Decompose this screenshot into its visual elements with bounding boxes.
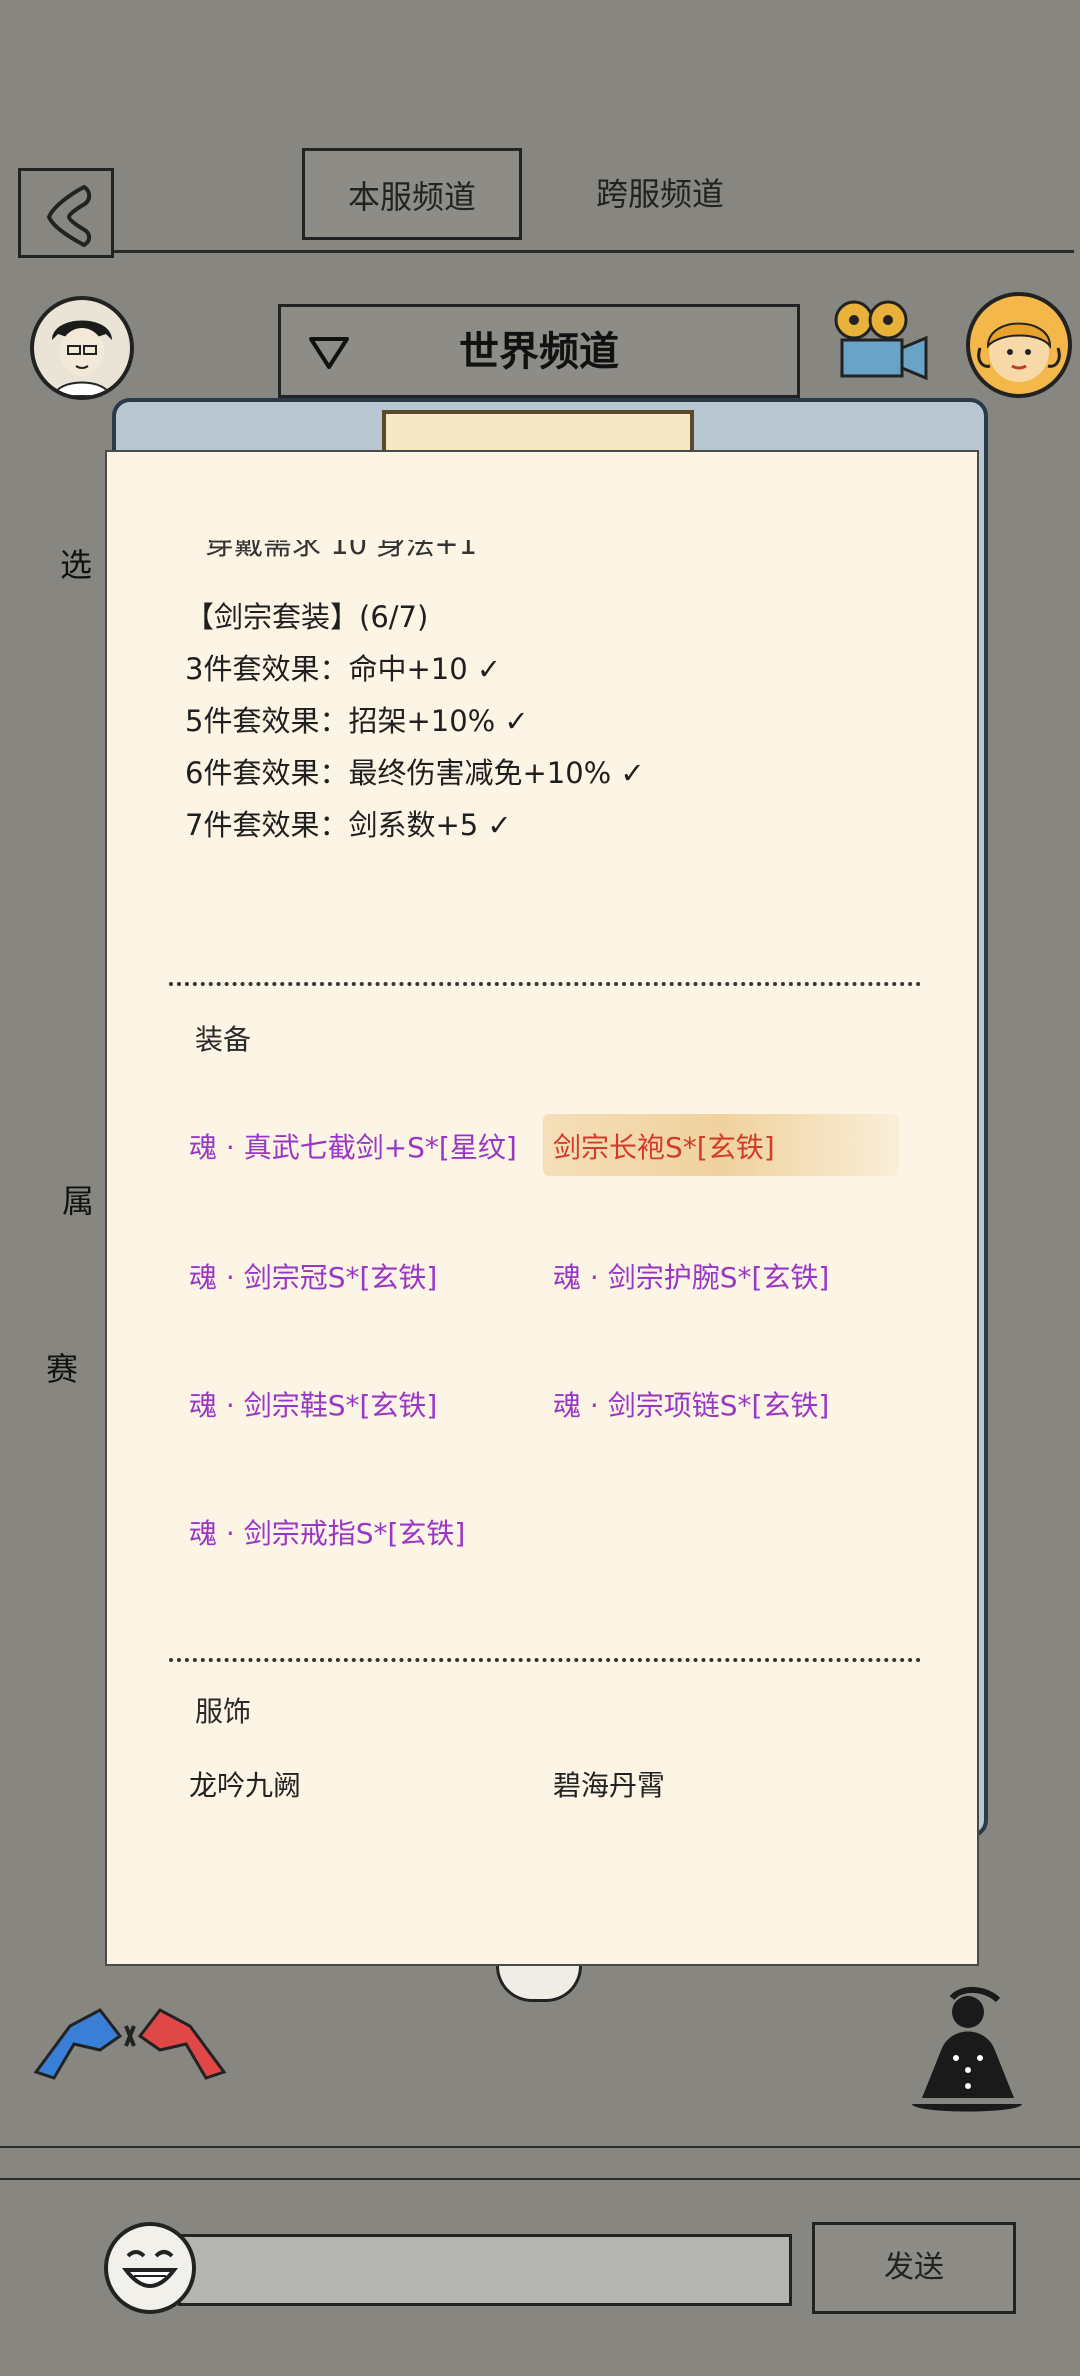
background-face-peek: [496, 1966, 582, 2002]
side-text-3: 赛: [46, 1350, 79, 1388]
footer-divider: [0, 2146, 1080, 2148]
avatar-girl-icon: [977, 322, 1061, 382]
footer-divider: [0, 2178, 1080, 2180]
back-icon: [46, 184, 92, 248]
header-divider: [114, 250, 1074, 253]
channel-dropdown[interactable]: 世界频道: [278, 304, 800, 398]
crossed-fighters-icon: [33, 2008, 227, 2080]
pvp-button[interactable]: [30, 1986, 230, 2086]
meditation-button[interactable]: [902, 1986, 1032, 2122]
tab-cross-channel[interactable]: 跨服频道: [560, 148, 760, 240]
npc-avatar[interactable]: [966, 292, 1072, 398]
equipment-section-label: 装备: [195, 1023, 252, 1056]
set-title: 【剑宗套装】(6/7): [185, 600, 429, 634]
costume-section-label: 服饰: [195, 1695, 252, 1728]
cut-off-line: 穿戴需求 10 身法+1: [205, 540, 478, 561]
equipment-item[interactable]: 魂 · 剑宗护腕S*[玄铁]: [553, 1256, 829, 1296]
set-effect-5: 5件套效果：招架+10% ✓: [185, 704, 529, 738]
equipment-item[interactable]: 魂 · 剑宗鞋S*[玄铁]: [189, 1384, 437, 1424]
equipment-item[interactable]: 魂 · 真武七截剑+S*[星纹]: [189, 1126, 517, 1166]
channel-label: 世界频道: [459, 329, 619, 375]
costume-item[interactable]: 碧海丹霄: [553, 1764, 665, 1804]
tab-local-channel[interactable]: 本服频道: [302, 148, 522, 240]
chat-input[interactable]: [178, 2234, 792, 2306]
player-avatar[interactable]: [30, 296, 134, 400]
smile-icon: [121, 2250, 179, 2288]
camera-button[interactable]: [826, 296, 932, 386]
costume-item[interactable]: 龙吟九阙: [189, 1764, 301, 1804]
equipment-item[interactable]: 魂 · 剑宗戒指S*[玄铁]: [189, 1512, 465, 1552]
side-text-2: 属: [62, 1182, 95, 1220]
side-text-1: 选: [60, 546, 93, 584]
equipment-item[interactable]: 魂 · 剑宗冠S*[玄铁]: [189, 1256, 437, 1296]
emoji-button[interactable]: [104, 2222, 196, 2314]
avatar-portrait-icon: [52, 320, 112, 396]
set-effect-7: 7件套效果：剑系数+5 ✓: [185, 808, 512, 842]
camera-icon: [834, 300, 928, 381]
meditating-figure-icon: [912, 1987, 1022, 2112]
equipment-item[interactable]: 魂 · 剑宗项链S*[玄铁]: [553, 1384, 829, 1424]
set-effect-3: 3件套效果：命中+10 ✓: [185, 652, 502, 686]
section-divider: [169, 982, 921, 986]
section-divider: [169, 1658, 921, 1662]
send-button[interactable]: 发送: [812, 2222, 1016, 2314]
set-effect-6: 6件套效果：最终伤害减免+10% ✓: [185, 756, 645, 790]
back-button[interactable]: [18, 168, 114, 258]
equipment-detail-modal: 穿戴需求 10 身法+1 【剑宗套装】(6/7) 3件套效果：命中+10 ✓ 5…: [105, 450, 979, 1966]
equipment-item-selected[interactable]: 剑宗长袍S*[玄铁]: [553, 1126, 775, 1166]
